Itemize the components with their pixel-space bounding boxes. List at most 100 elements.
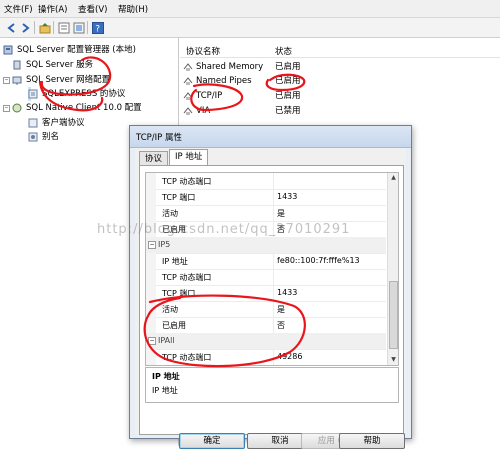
properties-icon[interactable]: [57, 21, 71, 35]
column-splitter: [273, 253, 274, 269]
toolbar: ?: [0, 18, 500, 38]
menu-file[interactable]: 文件(F): [4, 3, 33, 15]
svg-text:?: ?: [95, 25, 100, 35]
collapse-icon[interactable]: −: [3, 105, 10, 112]
grid-row[interactable]: 活动 是: [146, 301, 386, 318]
description-text: IP 地址: [152, 386, 178, 395]
list-item[interactable]: Named Pipes 已启用: [180, 74, 500, 88]
property-name: TCP 端口: [162, 193, 196, 202]
row-gutter: [146, 301, 156, 317]
list-item[interactable]: Shared Memory 已启用: [180, 60, 500, 74]
grid-section-header[interactable]: − IP5: [146, 237, 386, 254]
scroll-thumb[interactable]: [389, 281, 398, 349]
menu-bar: 文件(F) 操作(A) 查看(V) 帮助(H): [0, 0, 500, 18]
dialog-title-bar[interactable]: TCP/IP 属性: [130, 126, 411, 148]
property-name: TCP 动态端口: [162, 353, 212, 362]
tab-panel: TCP 动态端口 TCP 端口 1433 活动是已启用否 − IP5 IP 地址 fe80::…: [139, 165, 404, 435]
client-icon: [12, 103, 22, 113]
protocol-icon: [183, 91, 193, 101]
dialog-title: TCP/IP 属性: [136, 133, 182, 143]
property-grid: TCP 动态端口 TCP 端口 1433 活动是已启用否 − IP5 IP 地址 fe80::…: [145, 172, 399, 366]
property-name: TCP 动态端口: [162, 273, 212, 282]
alias-icon: [28, 132, 38, 142]
property-name: IP 地址: [162, 257, 188, 266]
row-gutter: [146, 205, 156, 221]
list-item[interactable]: TCP/IP 已启用: [180, 89, 500, 103]
property-value[interactable]: fe80::100:7f:fffe%13: [277, 256, 360, 265]
help-button[interactable]: 帮助: [339, 433, 405, 449]
grid-row[interactable]: TCP 动态端口: [146, 173, 386, 190]
property-name: TCP 端口: [162, 289, 196, 298]
scroll-up-icon[interactable]: ▲: [388, 173, 398, 183]
tcpip-properties-dialog: TCP/IP 属性 协议 IP 地址 TCP 动态端口 TCP 端口 1433 活动是…: [129, 125, 412, 449]
grid-row[interactable]: 已启用 否: [146, 317, 386, 334]
property-value[interactable]: 是: [277, 304, 285, 315]
grid-section-header[interactable]: − IPAll: [146, 333, 386, 350]
network-icon: [12, 75, 22, 85]
column-splitter: [273, 365, 274, 366]
description-panel: IP 地址 IP 地址: [145, 367, 399, 403]
grid-row[interactable]: TCP 端口 1433: [146, 285, 386, 302]
row-gutter: [146, 349, 156, 365]
protocol-icon: [28, 118, 38, 128]
list-header: 协议名称 状态: [180, 42, 500, 58]
list-item[interactable]: VIA 已禁用: [180, 104, 500, 118]
grid-row[interactable]: TCP 端口 1433: [146, 189, 386, 206]
column-splitter: [273, 189, 274, 205]
dialog-body: 协议 IP 地址 TCP 动态端口 TCP 端口 1433 活动是已启用否 − IP5 IP…: [135, 148, 406, 449]
tree-item-sqlexpress-protocols[interactable]: SQLEXPRESS 的协议: [28, 87, 125, 101]
column-splitter: [273, 349, 274, 365]
column-splitter: [273, 317, 274, 333]
back-icon[interactable]: [4, 21, 18, 35]
row-gutter: [146, 317, 156, 333]
column-splitter: [273, 173, 274, 189]
ok-button[interactable]: 确定: [179, 433, 245, 449]
row-gutter: [146, 269, 156, 285]
help-icon[interactable]: ?: [91, 21, 105, 35]
column-splitter: [273, 285, 274, 301]
menu-help[interactable]: 帮助(H): [118, 3, 148, 15]
property-name: 活动: [162, 305, 178, 314]
row-gutter: [146, 285, 156, 301]
watermark: http://blog.csdn.net/qq_27010291: [97, 222, 351, 237]
row-gutter: [146, 365, 156, 366]
forward-icon[interactable]: [19, 21, 33, 35]
grid-row[interactable]: TCP 动态端口 49286: [146, 349, 386, 365]
property-name: 已启用: [162, 321, 186, 330]
column-splitter: [273, 269, 274, 285]
property-value[interactable]: 否: [277, 320, 285, 331]
folder-up-icon[interactable]: [38, 21, 52, 35]
property-name: 活动: [162, 209, 178, 218]
property-value[interactable]: 1433: [277, 192, 297, 201]
grid-row[interactable]: TCP 端口: [146, 365, 386, 366]
row-gutter: [146, 173, 156, 189]
menu-action[interactable]: 操作(A): [38, 3, 67, 15]
section-collapse-icon[interactable]: −: [148, 337, 156, 345]
column-protocol-name[interactable]: 协议名称: [186, 45, 220, 57]
collapse-icon[interactable]: −: [3, 77, 10, 84]
grid-row[interactable]: 活动 是: [146, 205, 386, 222]
property-name: IPAll: [158, 336, 175, 345]
section-collapse-icon[interactable]: −: [148, 241, 156, 249]
protocol-icon: [183, 106, 193, 116]
grid-row[interactable]: TCP 动态端口: [146, 269, 386, 286]
description-title: IP 地址: [152, 372, 180, 381]
grid-row[interactable]: IP 地址 fe80::100:7f:fffe%13: [146, 253, 386, 270]
protocol-icon: [183, 76, 193, 86]
property-value[interactable]: 49286: [277, 352, 302, 361]
export-list-icon[interactable]: [72, 21, 86, 35]
scrollbar[interactable]: ▲ ▼: [387, 173, 398, 365]
protocol-icon: [28, 89, 38, 99]
menu-view[interactable]: 查看(V): [78, 3, 107, 15]
property-value[interactable]: 1433: [277, 288, 297, 297]
property-name: IP5: [158, 240, 171, 249]
row-gutter: [146, 189, 156, 205]
services-icon: [12, 60, 22, 70]
column-status[interactable]: 状态: [275, 45, 292, 57]
row-gutter: [146, 253, 156, 269]
scroll-down-icon[interactable]: ▼: [388, 355, 398, 365]
property-name: TCP 动态端口: [162, 177, 212, 186]
sql-config-manager-icon: [3, 45, 13, 55]
property-value[interactable]: 是: [277, 208, 285, 219]
column-splitter: [273, 301, 274, 317]
